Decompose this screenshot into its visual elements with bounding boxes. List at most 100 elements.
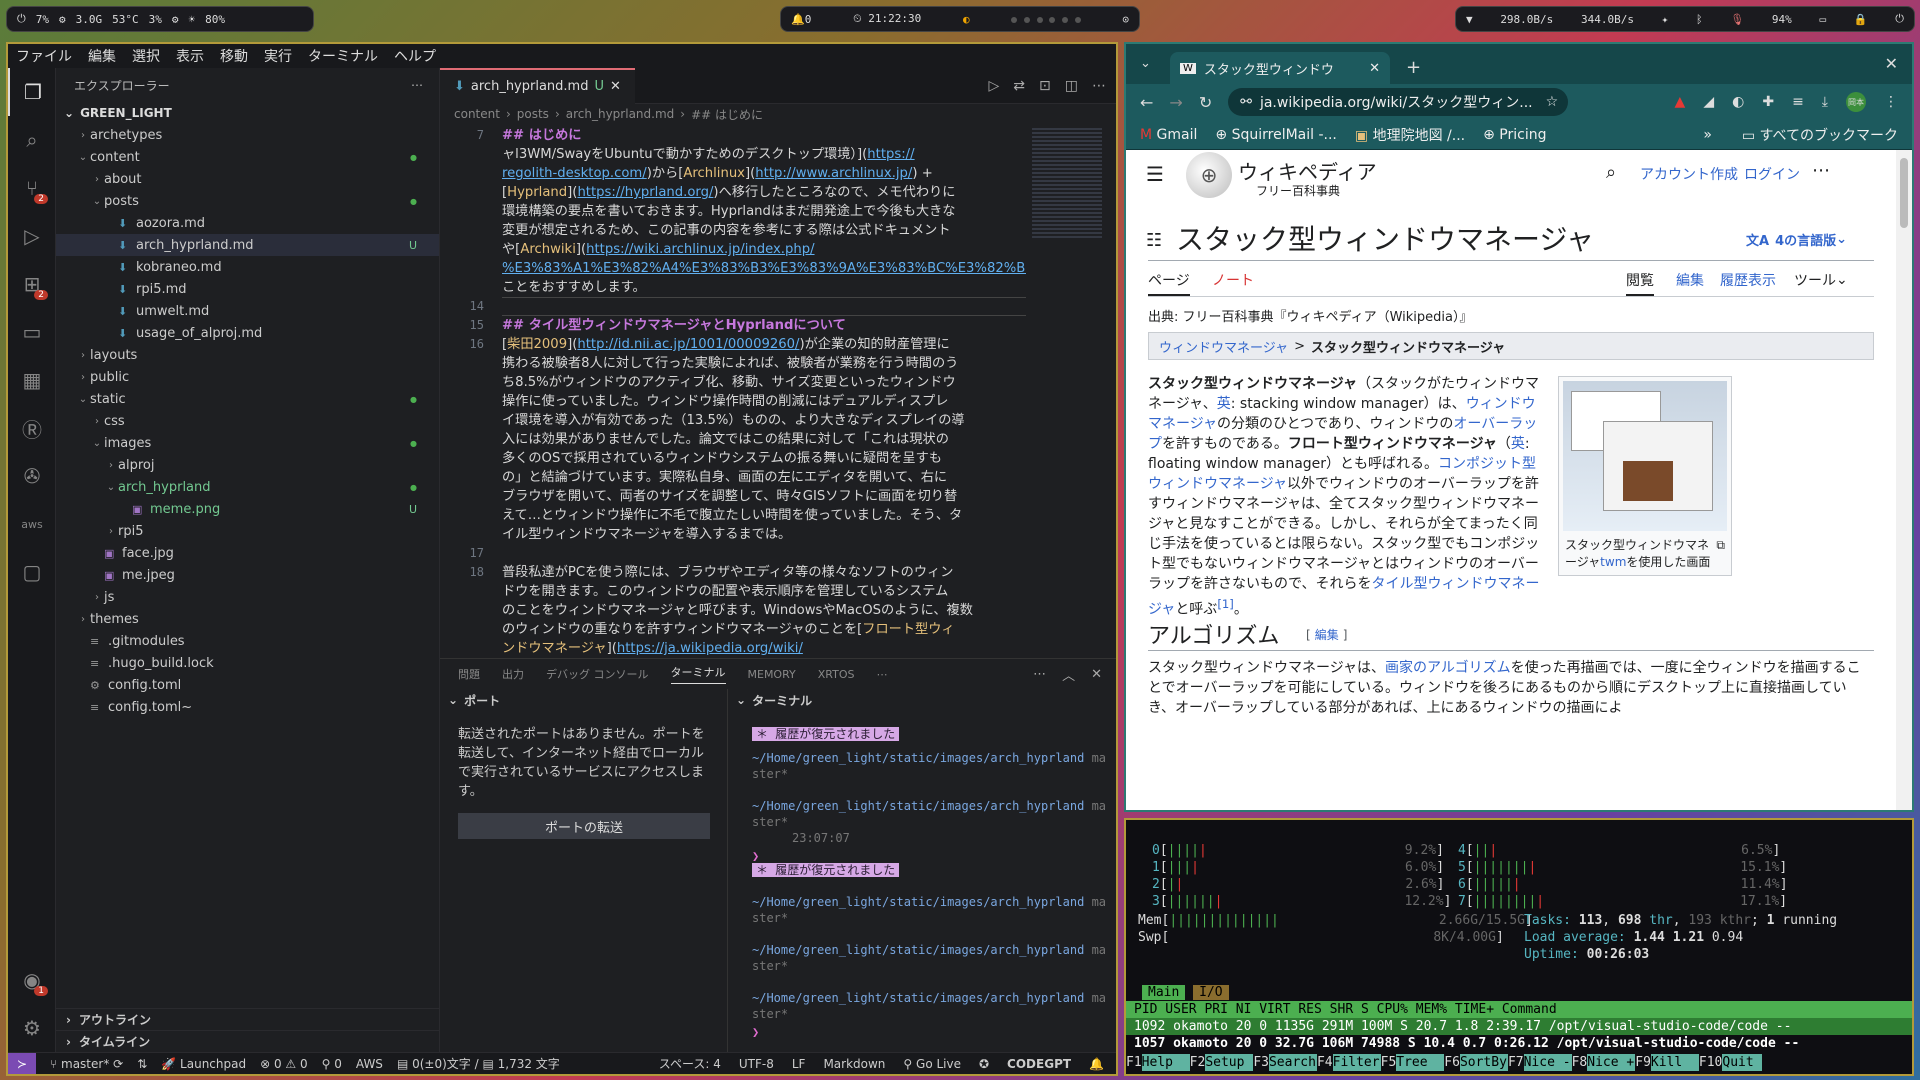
section-edit-link[interactable]: 編集	[1315, 626, 1339, 643]
menu-go[interactable]: 移動	[220, 46, 248, 66]
code-line[interactable]: regolith-desktop.com/)から[Archlinux](http…	[502, 164, 1026, 183]
extension-icon[interactable]: ◢	[1703, 94, 1714, 110]
fkey-f2[interactable]: F2Setup	[1190, 1054, 1254, 1071]
toc-icon[interactable]: ☷	[1146, 230, 1162, 251]
tab-problems[interactable]: 問題	[458, 666, 480, 682]
workspace-dots[interactable]	[1011, 13, 1081, 26]
screenshot-thumbnail[interactable]	[1563, 381, 1727, 531]
tree-folder[interactable]: ⌄ posts ●	[56, 190, 439, 212]
htop-tab-main[interactable]: Main	[1142, 985, 1186, 1000]
calendar-icon[interactable]: ▦	[8, 356, 56, 404]
tree-file[interactable]: ⬇ rpi5.md	[56, 278, 439, 300]
breadcrumb-content[interactable]: content	[454, 107, 500, 121]
download-icon[interactable]: ⤓	[1822, 94, 1828, 110]
code-line[interactable]: のことをウィンドウマネージャと呼びます。WindowsやMacOSのように、複数	[502, 601, 1026, 620]
indent-status[interactable]: スペース: 4	[659, 1055, 721, 1072]
tree-file[interactable]: ⬇ usage_of_alproj.md	[56, 322, 439, 344]
tree-folder[interactable]: › js	[56, 586, 439, 608]
search-icon[interactable]: ⌕	[1606, 162, 1616, 183]
bookmark-pricing[interactable]: ⊕ Pricing	[1483, 127, 1546, 143]
code-line[interactable]: ンドウマネージャ](https://ja.wikipedia.org/wiki/	[502, 639, 1026, 658]
menu-edit[interactable]: 編集	[88, 46, 116, 66]
aws-icon[interactable]: aws	[8, 500, 56, 548]
tab-edit[interactable]: 編集	[1676, 270, 1704, 290]
enlarge-icon[interactable]: ⧉	[1716, 537, 1725, 554]
tree-folder[interactable]: › public	[56, 366, 439, 388]
tab-debug-console[interactable]: デバッグ コンソール	[546, 666, 649, 682]
mic-icon[interactable]: 🎙	[1730, 13, 1744, 26]
htop-terminal[interactable]: 0[||||| 9.2%] 1[|||| 6.0%] 2[|| 2.6%] 3[||||||…	[1124, 818, 1914, 1076]
more-actions-icon[interactable]: ⋯	[411, 78, 423, 92]
eol-status[interactable]: LF	[792, 1057, 806, 1071]
source-control-icon[interactable]: ⑂ 2	[8, 164, 56, 212]
copilot-icon[interactable]: ✪	[979, 1057, 989, 1071]
fkey-f6[interactable]: F6SortBy	[1444, 1054, 1508, 1071]
panel-more-icon[interactable]: ⋯	[1033, 667, 1046, 682]
bookmark-star-icon[interactable]: ☆	[1546, 94, 1559, 110]
manage-gear-icon[interactable]: ⚙	[8, 1004, 56, 1052]
tree-file[interactable]: ▣ meme.png U	[56, 498, 439, 520]
preview-icon[interactable]: ⊡	[1039, 78, 1051, 94]
code-line[interactable]: 多くのOSで採用されているウィンドウシステムの振る舞いに疑問を呈すも	[502, 449, 1026, 468]
timeline-section[interactable]: › タイムライン	[56, 1030, 439, 1052]
menu-selection[interactable]: 選択	[132, 46, 160, 66]
process-header[interactable]: PID USER PRI NI VIRT RES SHR S CPU% MEM%…	[1126, 1001, 1912, 1018]
extension-icon[interactable]: ◐	[1732, 94, 1744, 110]
parent-category-link[interactable]: ウィンドウマネージャ	[1159, 337, 1288, 356]
menu-help[interactable]: ヘルプ	[394, 46, 436, 66]
python-icon[interactable]: ✇	[8, 452, 56, 500]
tree-folder[interactable]: ⌄ content ●	[56, 146, 439, 168]
search-icon[interactable]: ⌕	[8, 116, 56, 164]
extension-icon[interactable]: ▲	[1675, 94, 1686, 110]
menu-file[interactable]: ファイル	[16, 46, 72, 66]
page-scrollbar[interactable]	[1896, 150, 1912, 810]
power-icon[interactable]: ⏻	[17, 12, 26, 26]
reload-icon[interactable]: ↻	[1199, 93, 1212, 112]
settings-icon[interactable]: ⚙	[172, 13, 179, 26]
compare-icon[interactable]: ⇄	[1013, 78, 1025, 94]
bookmark-squirrelmail[interactable]: ⊕ SquirrelMail -...	[1215, 127, 1336, 143]
reference-link[interactable]: [1]	[1217, 597, 1234, 611]
code-line[interactable]: ## タイル型ウィンドウマネージャとHyprlandについて	[502, 316, 1026, 335]
workspace-root[interactable]: ⌄ GREEN_LIGHT	[56, 102, 439, 124]
code-line[interactable]: ことをおすすめします。	[502, 278, 1026, 297]
terminal-header[interactable]: ⌄ ターミナル	[728, 689, 1116, 711]
tree-folder[interactable]: › layouts	[56, 344, 439, 366]
more-bookmarks-icon[interactable]: »	[1703, 127, 1712, 143]
tab-search-icon[interactable]: ⌄	[1140, 56, 1151, 71]
tree-file[interactable]: ⬇ kobraneo.md	[56, 256, 439, 278]
more-icon[interactable]: ⋯	[877, 668, 888, 681]
breadcrumb-posts[interactable]: posts	[517, 107, 549, 121]
tree-file[interactable]: ≡ .gitmodules	[56, 630, 439, 652]
tab-read[interactable]: 閲覧	[1626, 270, 1654, 296]
code-line[interactable]: ブラウザを開いて、両者のサイズを調整して、時々GISソフトに画面を切り替	[502, 487, 1026, 506]
login-link[interactable]: ログイン	[1744, 164, 1800, 184]
sync-icon[interactable]: ⇅	[137, 1057, 147, 1071]
tree-file[interactable]: ▣ face.jpg	[56, 542, 439, 564]
bell-icon[interactable]: 🔔	[1089, 1057, 1104, 1071]
fkey-f7[interactable]: F7Nice -	[1508, 1054, 1572, 1071]
code-editor[interactable]: 7 ## はじめに ャl3WM/SwayをUbuntuで動かすためのデスクトップ環境…	[440, 126, 1026, 658]
tree-file[interactable]: ⬇ arch_hyprland.md U	[56, 234, 439, 256]
close-tab-icon[interactable]: ✕	[1369, 61, 1380, 76]
tab-arch-hyprland[interactable]: ⬇ arch_hyprland.md U ✕	[440, 67, 635, 104]
explorer-icon[interactable]: ❐	[8, 68, 56, 116]
extensions-puzzle-icon[interactable]: ✚	[1762, 94, 1774, 110]
logo-title[interactable]: ウィキペディア	[1238, 156, 1377, 185]
browser-tab[interactable]: W スタック型ウィンドウ ✕	[1170, 52, 1390, 84]
code-line[interactable]	[502, 297, 1026, 316]
tree-file[interactable]: ⬇ aozora.md	[56, 212, 439, 234]
ports-status[interactable]: ⚲ 0	[322, 1057, 342, 1071]
profile-avatar[interactable]: 岡本	[1846, 92, 1866, 112]
encoding-status[interactable]: UTF-8	[739, 1057, 774, 1071]
ports-header[interactable]: ⌄ ポート	[440, 689, 727, 711]
tree-folder[interactable]: ⌄ arch_hyprland ●	[56, 476, 439, 498]
window-close-icon[interactable]: ✕	[1885, 54, 1898, 73]
account-icon[interactable]: ◉ 1	[8, 956, 56, 1004]
code-line[interactable]: のウィンドウの重なりを許すウィンドウマネージャのことを[フロート型ウィ	[502, 620, 1026, 639]
code-line[interactable]: の」と結論づけています。実際私自身、画面の左にエディタを開いて、右に	[502, 468, 1026, 487]
launchpad-status[interactable]: 🚀 Launchpad	[161, 1057, 246, 1071]
chat-icon[interactable]: ▢	[8, 548, 56, 596]
tools-menu[interactable]: ツール ⌄	[1794, 270, 1848, 290]
process-row[interactable]: 1057 okamoto 20 0 32.7G 106M 74988 S 10.…	[1126, 1035, 1912, 1052]
